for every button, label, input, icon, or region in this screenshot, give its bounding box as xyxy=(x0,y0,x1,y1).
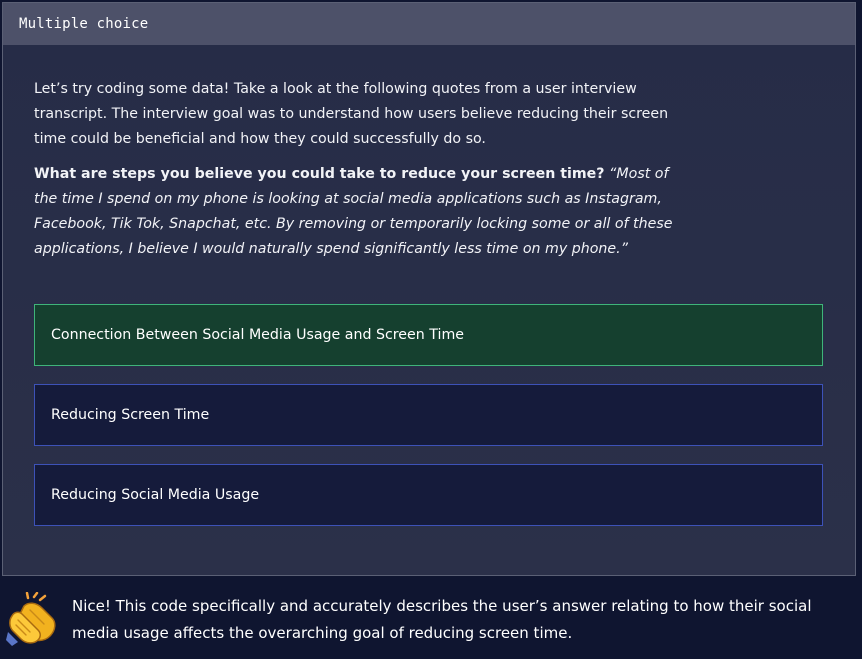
card-header: Multiple choice xyxy=(3,3,855,45)
option-label: Reducing Social Media Usage xyxy=(51,487,260,503)
feedback-text: Nice! This code specifically and accurat… xyxy=(72,597,812,642)
prompt: Let’s try coding some data! Take a look … xyxy=(34,77,684,272)
card-title: Multiple choice xyxy=(19,16,149,32)
option-reducing-screen-time[interactable]: Reducing Screen Time xyxy=(34,384,823,446)
prompt-intro: Let’s try coding some data! Take a look … xyxy=(34,81,669,147)
question-text: What are steps you believe you could tak… xyxy=(34,166,605,182)
option-connection-social-media-screen-time[interactable]: Connection Between Social Media Usage an… xyxy=(34,304,823,366)
feedback-panel: Nice! This code specifically and accurat… xyxy=(0,578,862,659)
option-label: Reducing Screen Time xyxy=(51,407,210,423)
prompt-question-block: What are steps you believe you could tak… xyxy=(34,162,684,262)
option-reducing-social-media-usage[interactable]: Reducing Social Media Usage xyxy=(34,464,823,526)
clapping-hands-icon xyxy=(6,592,56,646)
option-label: Connection Between Social Media Usage an… xyxy=(51,327,464,343)
multiple-choice-card: Multiple choice Let’s try coding some da… xyxy=(2,2,856,576)
